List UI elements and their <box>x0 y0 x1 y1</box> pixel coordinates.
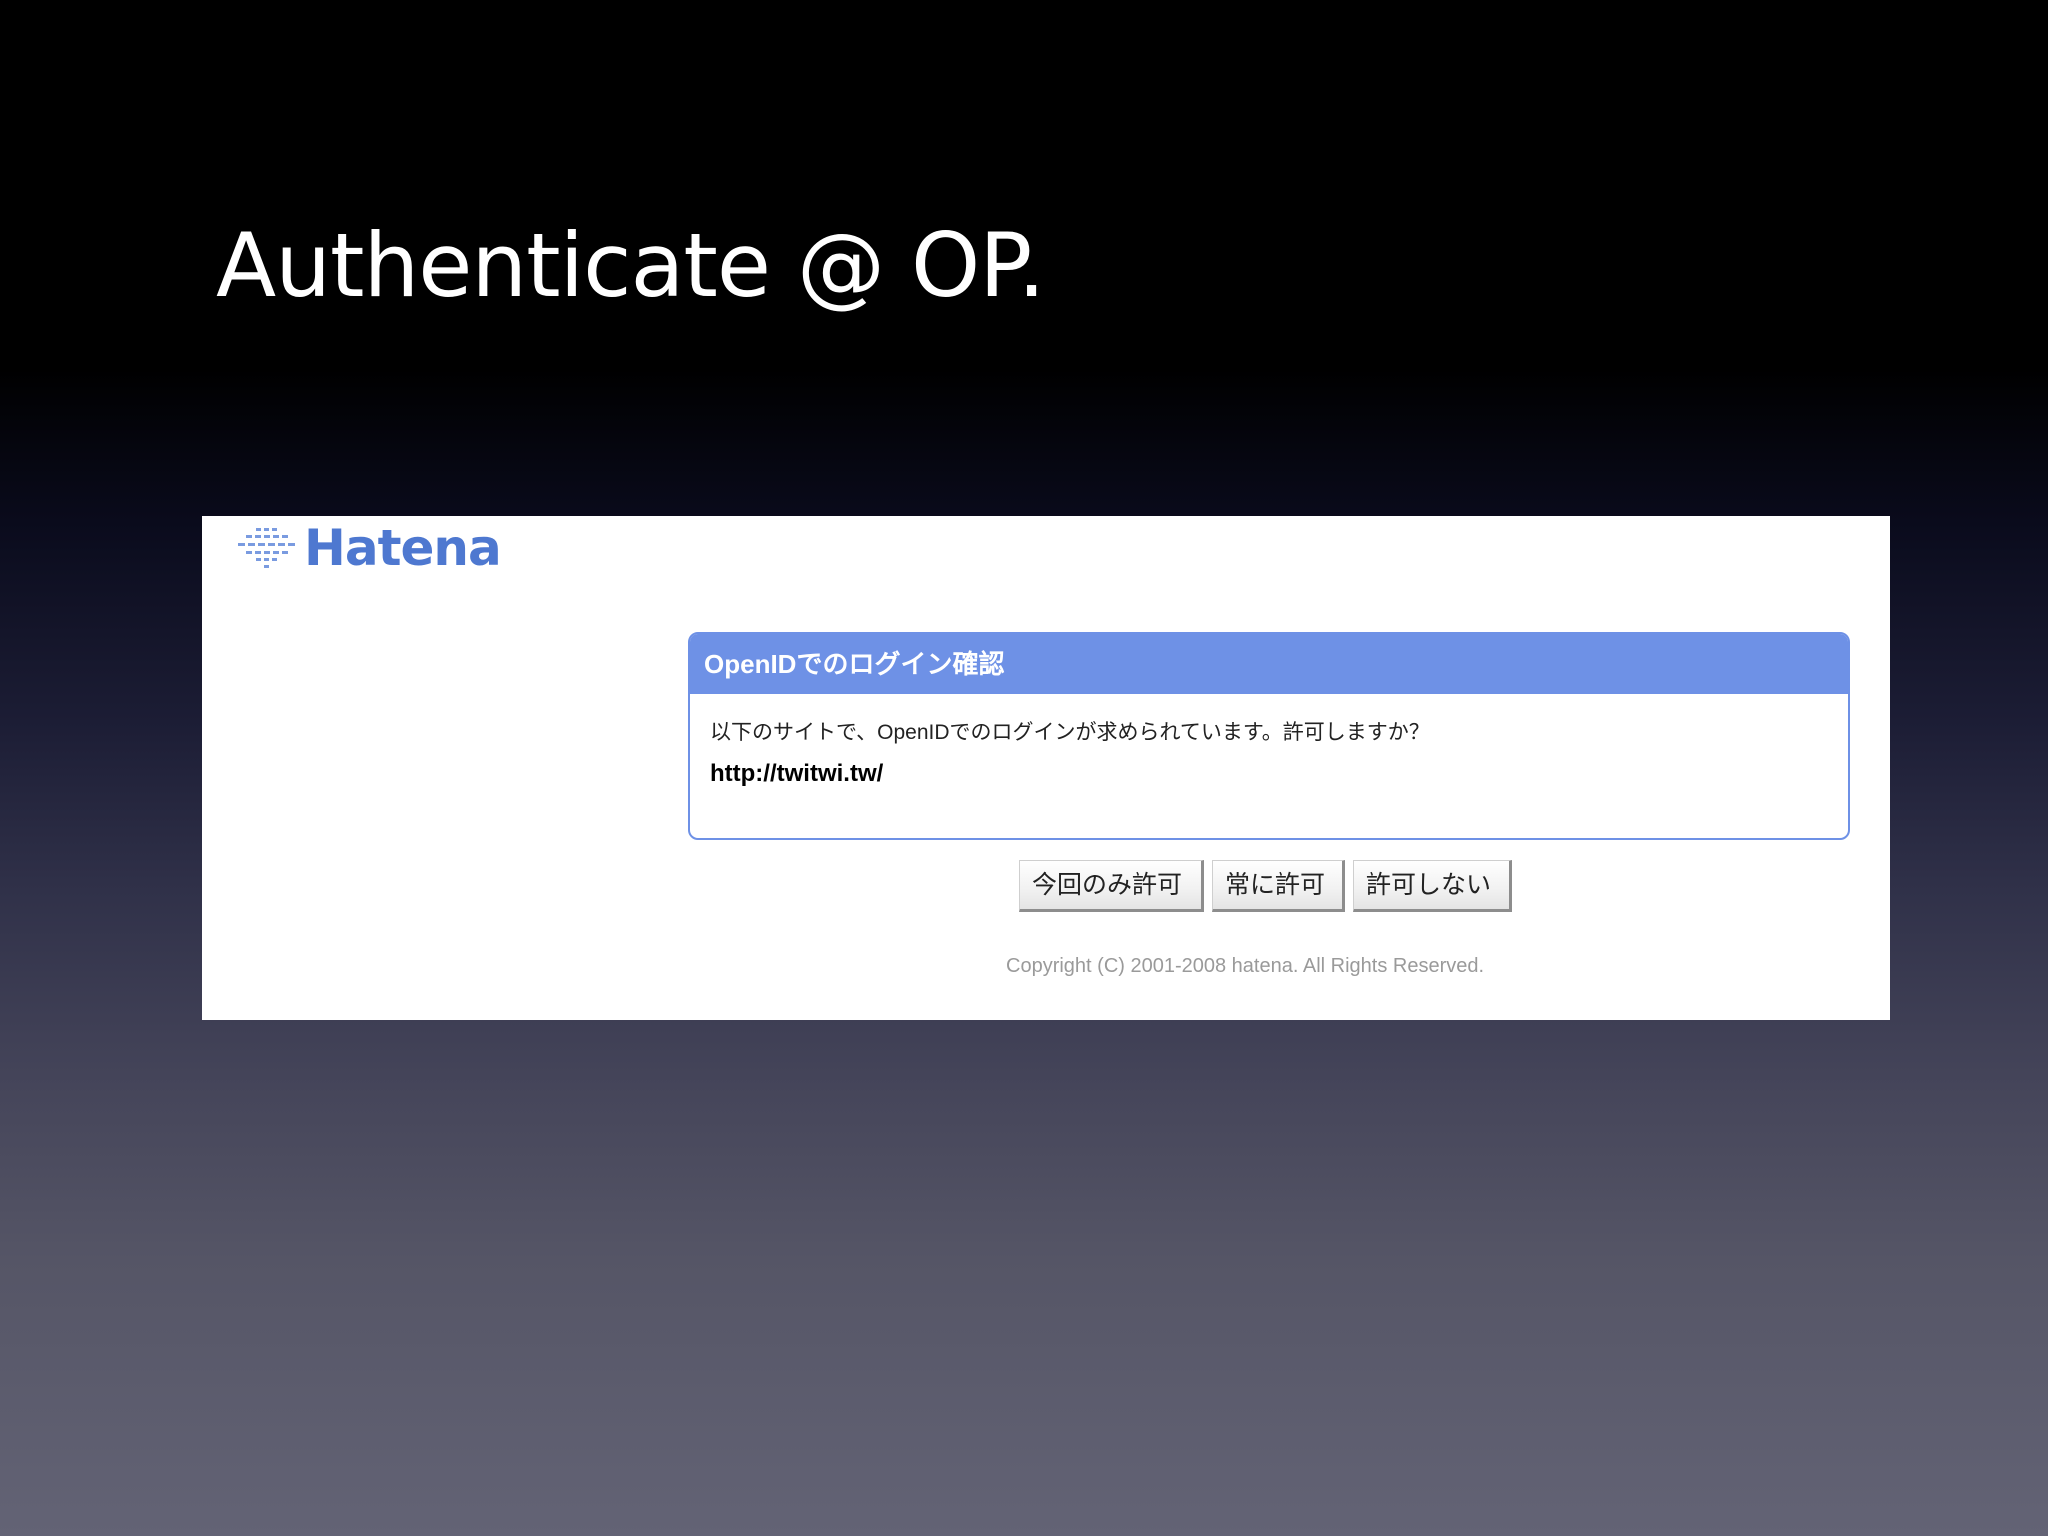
hatena-logo-mark-icon <box>238 528 295 568</box>
button-row: 今回のみ許可 常に許可 許可しない <box>1019 860 1512 912</box>
openid-confirm-dialog: OpenIDでのログイン確認 以下のサイトで、OpenIDでのログインが求められ… <box>688 632 1850 840</box>
hatena-openid-screenshot: Hatena OpenIDでのログイン確認 以下のサイトで、OpenIDでのログ… <box>202 516 1890 1020</box>
logo-text: Hatena <box>304 519 502 577</box>
hatena-logo[interactable]: Hatena <box>236 519 502 577</box>
allow-always-button[interactable]: 常に許可 <box>1212 860 1345 912</box>
dialog-header: OpenIDでのログイン確認 <box>690 634 1848 694</box>
copyright-notice: Copyright (C) 2001-2008 hatena. All Righ… <box>1006 955 1485 977</box>
dialog-message: 以下のサイトで、OpenIDでのログインが求められています。許可しますか？ <box>710 721 1430 744</box>
deny-button[interactable]: 許可しない <box>1353 860 1512 912</box>
allow-once-button[interactable]: 今回のみ許可 <box>1019 860 1204 912</box>
slide-title: Authenticate @ OP. <box>216 214 1046 317</box>
relying-party-url: http://twitwi.tw/ <box>710 760 884 787</box>
